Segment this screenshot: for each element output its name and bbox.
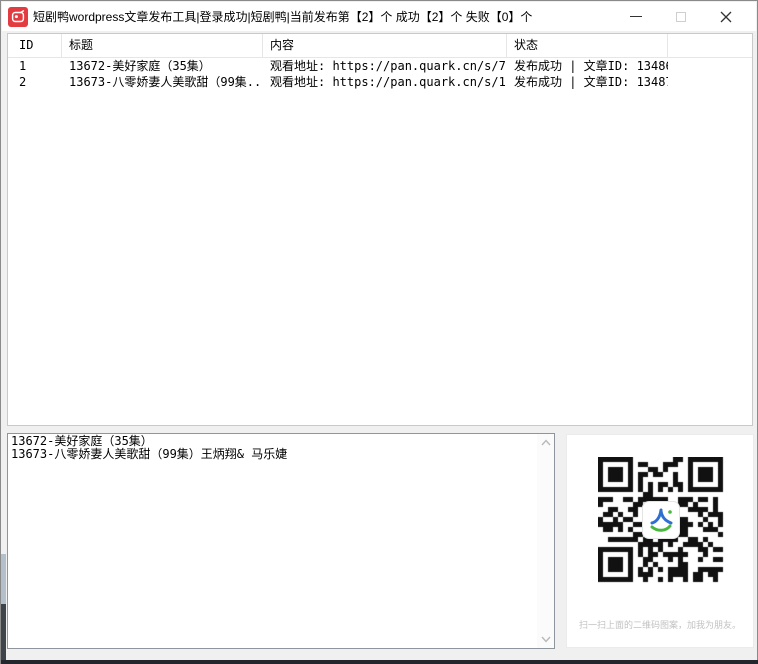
cell-content: 观看地址: https://pan.quark.cn/s/7c... — [263, 58, 507, 74]
background-artifact — [1, 604, 6, 664]
minimize-button[interactable] — [613, 2, 658, 31]
column-header-id[interactable]: ID — [8, 34, 62, 57]
chevron-up-icon — [540, 439, 552, 446]
column-header-title[interactable]: 标题 — [62, 34, 263, 57]
close-icon — [720, 11, 732, 23]
app-logo-icon — [8, 7, 28, 27]
scroll-down-button[interactable] — [537, 631, 554, 648]
qr-panel: 扫一扫上面的二维码图案，加我为朋友。 — [566, 434, 754, 648]
titlebar[interactable]: 短剧鸭wordpress文章发布工具|登录成功|短剧鸭|当前发布第【2】个 成功… — [2, 2, 756, 31]
log-textarea[interactable]: 13672-美好家庭（35集） 13673-八零娇妻人美歌甜（99集）王炳翔& … — [7, 433, 555, 649]
cell-status: 发布成功 | 文章ID: 13486 — [507, 58, 668, 74]
cell-status: 发布成功 | 文章ID: 13487 — [507, 74, 668, 90]
table-row[interactable]: 1 13672-美好家庭（35集） 观看地址: https://pan.quar… — [8, 58, 752, 74]
qr-caption: 扫一扫上面的二维码图案，加我为朋友。 — [567, 618, 753, 631]
maximize-icon — [676, 12, 686, 22]
log-text: 13672-美好家庭（35集） 13673-八零娇妻人美歌甜（99集）王炳翔& … — [8, 434, 537, 648]
publish-results-table: ID 标题 内容 状态 1 13672-美好家庭（35集） 观看地址: http… — [7, 33, 753, 426]
window-title: 短剧鸭wordpress文章发布工具|登录成功|短剧鸭|当前发布第【2】个 成功… — [33, 8, 613, 25]
maximize-button — [658, 2, 703, 31]
background-artifact — [1, 554, 6, 604]
cell-content: 观看地址: https://pan.quark.cn/s/1f... — [263, 74, 507, 90]
table-header: ID 标题 内容 状态 — [8, 34, 752, 58]
close-button[interactable] — [703, 2, 748, 31]
table-row[interactable]: 2 13673-八零娇妻人美歌甜（99集... 观看地址: https://pa… — [8, 74, 752, 90]
app-window: 短剧鸭wordpress文章发布工具|登录成功|短剧鸭|当前发布第【2】个 成功… — [0, 0, 758, 664]
window-controls — [613, 2, 748, 31]
window-bottom-edge — [1, 660, 758, 664]
chevron-down-icon — [540, 636, 552, 643]
cell-id: 2 — [8, 74, 62, 90]
scroll-up-button[interactable] — [537, 434, 554, 451]
log-scrollbar[interactable] — [537, 434, 554, 648]
column-header-content[interactable]: 内容 — [263, 34, 507, 57]
column-header-status[interactable]: 状态 — [507, 34, 668, 57]
cell-title: 13673-八零娇妻人美歌甜（99集... — [62, 74, 263, 90]
duck-icon — [9, 8, 27, 26]
qr-center-logo — [642, 501, 680, 539]
minimize-icon — [630, 16, 642, 18]
column-header-filler — [668, 34, 752, 57]
brand-logo-icon — [647, 506, 675, 534]
cell-title: 13672-美好家庭（35集） — [62, 58, 263, 74]
cell-id: 1 — [8, 58, 62, 74]
